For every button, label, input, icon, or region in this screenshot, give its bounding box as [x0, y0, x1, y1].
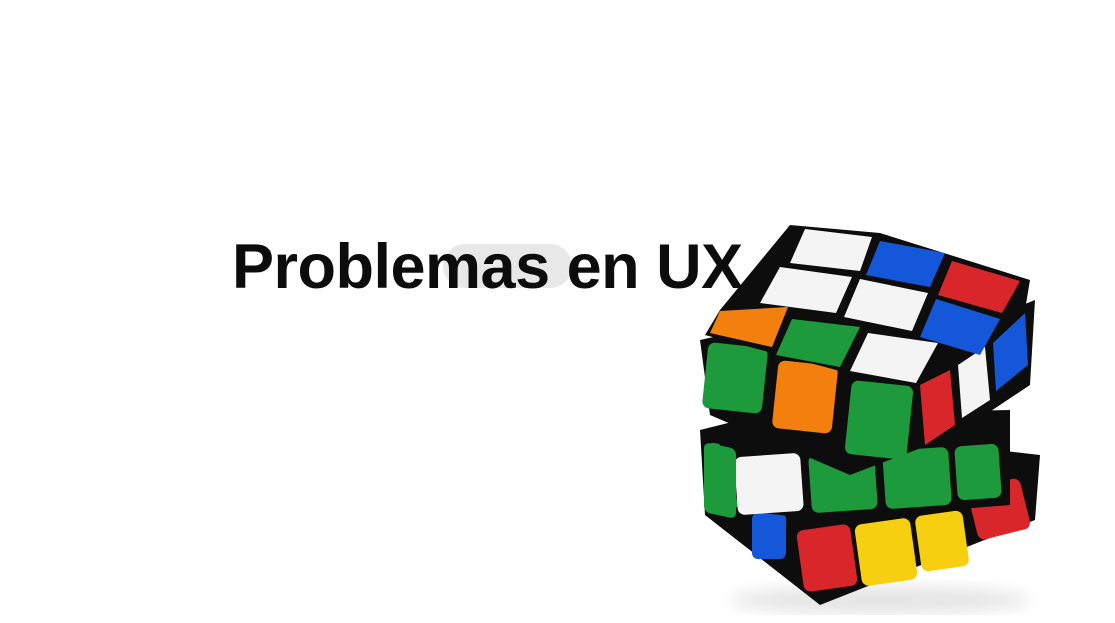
presentation-slide: Problemas en UX	[0, 0, 1115, 623]
slide-title: Problemas en UX	[232, 232, 743, 302]
